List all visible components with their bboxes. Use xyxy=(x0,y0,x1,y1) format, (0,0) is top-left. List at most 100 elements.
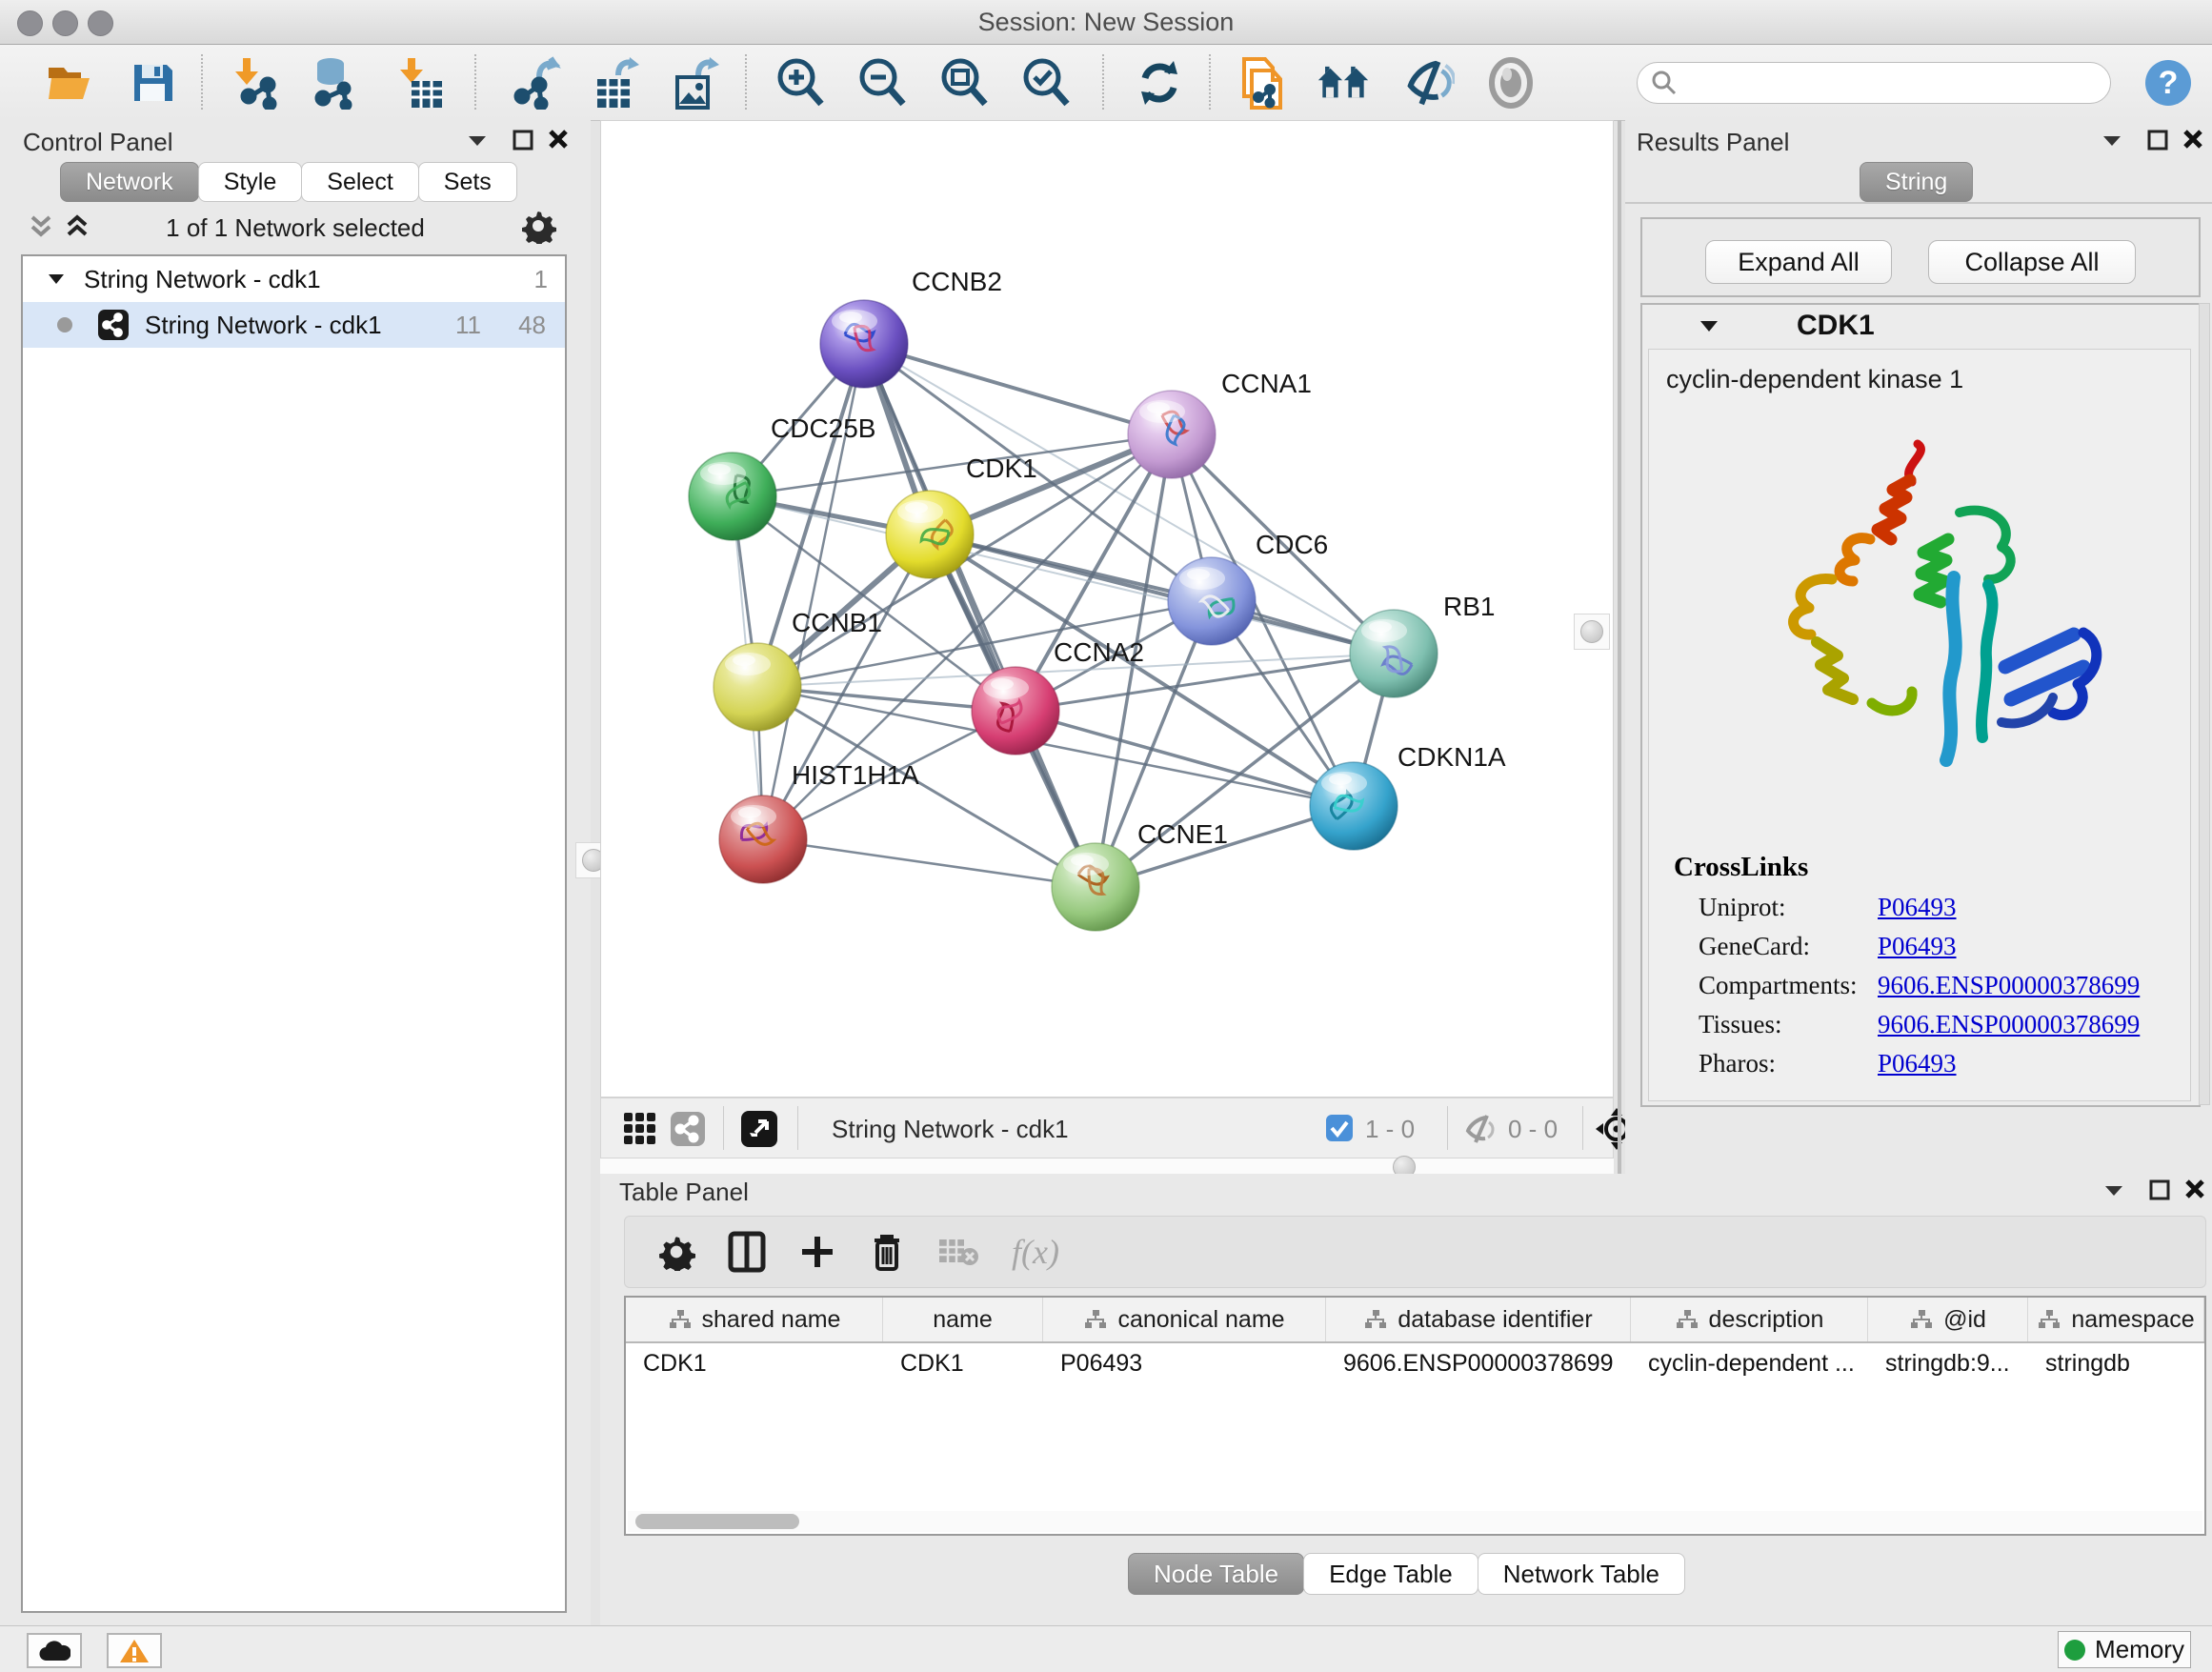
cell-name[interactable]: CDK1 xyxy=(883,1343,1043,1383)
hidden-eye-icon[interactable] xyxy=(1462,1114,1497,1144)
cloud-button[interactable] xyxy=(27,1633,82,1668)
string-home-icon[interactable] xyxy=(1317,56,1370,110)
network-options-gear-icon[interactable] xyxy=(520,208,556,244)
entry-header[interactable]: CDK1 xyxy=(1642,305,2199,347)
tab-network-table[interactable]: Network Table xyxy=(1478,1553,1685,1595)
crosslink-value-link[interactable]: 9606.ENSP00000378699 xyxy=(1878,971,2140,1000)
right-splitter-handle[interactable] xyxy=(1574,614,1610,650)
node-HIST1H1A[interactable] xyxy=(719,796,807,883)
network-view-mode-icon[interactable] xyxy=(670,1111,706,1147)
network-row-selected[interactable]: String Network - cdk1 11 48 xyxy=(23,302,565,348)
duplicate-network-icon[interactable] xyxy=(1237,56,1290,110)
results-panel-menu-icon[interactable] xyxy=(2100,128,2124,152)
column-header-database-identifier[interactable]: database identifier xyxy=(1326,1298,1631,1341)
edge-a1-25b[interactable] xyxy=(733,434,1172,496)
crosslink-value-link[interactable]: P06493 xyxy=(1878,932,1957,961)
import-table-icon[interactable] xyxy=(395,56,449,110)
edge-b2-a1[interactable] xyxy=(864,344,1172,434)
crosslink-value-link[interactable]: 9606.ENSP00000378699 xyxy=(1878,1010,2140,1039)
node-CDK1[interactable] xyxy=(886,491,974,578)
open-session-icon[interactable] xyxy=(44,56,97,110)
help-icon[interactable]: ? xyxy=(2142,56,2195,110)
collapse-all-button[interactable]: Collapse All xyxy=(1928,240,2136,284)
node-CCNB2[interactable] xyxy=(820,300,908,388)
collapse-all-networks-icon[interactable] xyxy=(27,212,55,240)
grid-view-icon[interactable] xyxy=(622,1111,658,1147)
export-image-icon[interactable] xyxy=(667,56,720,110)
node-CCNE1[interactable] xyxy=(1052,843,1139,931)
table-panel-float-icon[interactable] xyxy=(2147,1178,2172,1202)
horizontal-splitter[interactable] xyxy=(600,1158,1614,1175)
refresh-icon[interactable] xyxy=(1133,56,1186,110)
table-panel-close-icon[interactable] xyxy=(2182,1176,2208,1202)
node-CCNA1[interactable] xyxy=(1128,391,1216,478)
selected-checkbox-icon[interactable] xyxy=(1325,1114,1354,1142)
import-network-icon[interactable] xyxy=(231,56,284,110)
column-header-shared-name[interactable]: shared name xyxy=(626,1298,883,1341)
control-panel-close-icon[interactable] xyxy=(545,126,572,152)
node-RB1[interactable] xyxy=(1350,610,1438,697)
table-settings-gear-icon[interactable] xyxy=(657,1233,695,1271)
collection-expand-icon[interactable] xyxy=(46,269,67,290)
tab-string[interactable]: String xyxy=(1860,162,1973,202)
column-header-description[interactable]: description xyxy=(1631,1298,1868,1341)
export-network-icon[interactable] xyxy=(510,56,563,110)
network-collection-row[interactable]: String Network - cdk1 1 xyxy=(23,256,565,302)
control-panel-menu-icon[interactable] xyxy=(465,128,490,152)
node-CDC25B[interactable] xyxy=(689,453,776,540)
edge-h1-e1[interactable] xyxy=(763,839,1096,887)
entry-collapse-icon[interactable] xyxy=(1698,314,1720,337)
cell--id[interactable]: stringdb:9... xyxy=(1868,1343,2028,1383)
column-header-namespace[interactable]: namespace xyxy=(2028,1298,2204,1341)
crosslink-value-link[interactable]: P06493 xyxy=(1878,1049,1957,1078)
search-field[interactable] xyxy=(1637,62,2111,104)
tab-select[interactable]: Select xyxy=(301,162,418,202)
results-panel-close-icon[interactable] xyxy=(2180,126,2206,152)
warning-button[interactable] xyxy=(107,1633,162,1668)
network-view[interactable]: CCNB2CCNA1CDC25BCDK1CDC6RB1CCNB1CCNA2CDK… xyxy=(600,120,1614,1098)
column-header-name[interactable]: name xyxy=(883,1298,1043,1341)
hide-panel-icon[interactable] xyxy=(1401,56,1455,110)
cell-canonical-name[interactable]: P06493 xyxy=(1043,1343,1326,1383)
cell-database-identifier[interactable]: 9606.ENSP00000378699 xyxy=(1326,1343,1631,1383)
column-header-canonical-name[interactable]: canonical name xyxy=(1043,1298,1326,1341)
tab-edge-table[interactable]: Edge Table xyxy=(1303,1553,1478,1595)
tab-sets[interactable]: Sets xyxy=(418,162,517,202)
import-network-database-icon[interactable] xyxy=(305,56,358,110)
cell-namespace[interactable]: stringdb xyxy=(2028,1343,2204,1383)
tab-style[interactable]: Style xyxy=(198,162,303,202)
level-of-detail-eye-icon[interactable] xyxy=(1484,56,1538,110)
table-panel-menu-icon[interactable] xyxy=(2101,1178,2126,1202)
edge-b2-e1[interactable] xyxy=(864,344,1096,887)
zoom-in-icon[interactable] xyxy=(774,56,827,110)
control-panel-float-icon[interactable] xyxy=(511,128,535,152)
crosslink-value-link[interactable]: P06493 xyxy=(1878,893,1957,922)
table-horizontal-scrollbar[interactable] xyxy=(628,1511,2202,1532)
node-CCNB1[interactable] xyxy=(714,643,801,731)
results-scrollbar[interactable] xyxy=(2199,303,2210,1105)
delete-column-trash-icon[interactable] xyxy=(869,1231,905,1273)
zoom-out-icon[interactable] xyxy=(855,56,909,110)
zoom-fit-icon[interactable] xyxy=(937,56,991,110)
export-table-icon[interactable] xyxy=(589,56,642,110)
cell-description[interactable]: cyclin-dependent ... xyxy=(1631,1343,1868,1383)
table-row[interactable]: CDK1CDK1P064939606.ENSP00000378699cyclin… xyxy=(626,1343,2204,1383)
search-input[interactable] xyxy=(1678,69,2110,97)
node-CDC6[interactable] xyxy=(1168,557,1256,645)
node-table[interactable]: shared namenamecanonical namedatabase id… xyxy=(624,1296,2206,1536)
cell-shared-name[interactable]: CDK1 xyxy=(626,1343,883,1383)
right-splitter[interactable] xyxy=(1618,120,1621,1174)
expand-all-button[interactable]: Expand All xyxy=(1705,240,1892,284)
tab-node-table[interactable]: Node Table xyxy=(1128,1553,1304,1595)
add-column-icon[interactable] xyxy=(798,1233,836,1271)
tab-network[interactable]: Network xyxy=(60,162,199,202)
save-session-icon[interactable] xyxy=(126,56,179,110)
results-panel-float-icon[interactable] xyxy=(2145,128,2170,152)
expand-all-networks-icon[interactable] xyxy=(63,212,91,240)
zoom-selected-icon[interactable] xyxy=(1019,56,1073,110)
column-header--id[interactable]: @id xyxy=(1868,1298,2028,1341)
birdseye-view-icon[interactable] xyxy=(740,1110,778,1148)
show-columns-icon[interactable] xyxy=(728,1231,766,1273)
node-CCNA2[interactable] xyxy=(972,667,1059,755)
memory-button[interactable]: Memory xyxy=(2058,1631,2191,1668)
